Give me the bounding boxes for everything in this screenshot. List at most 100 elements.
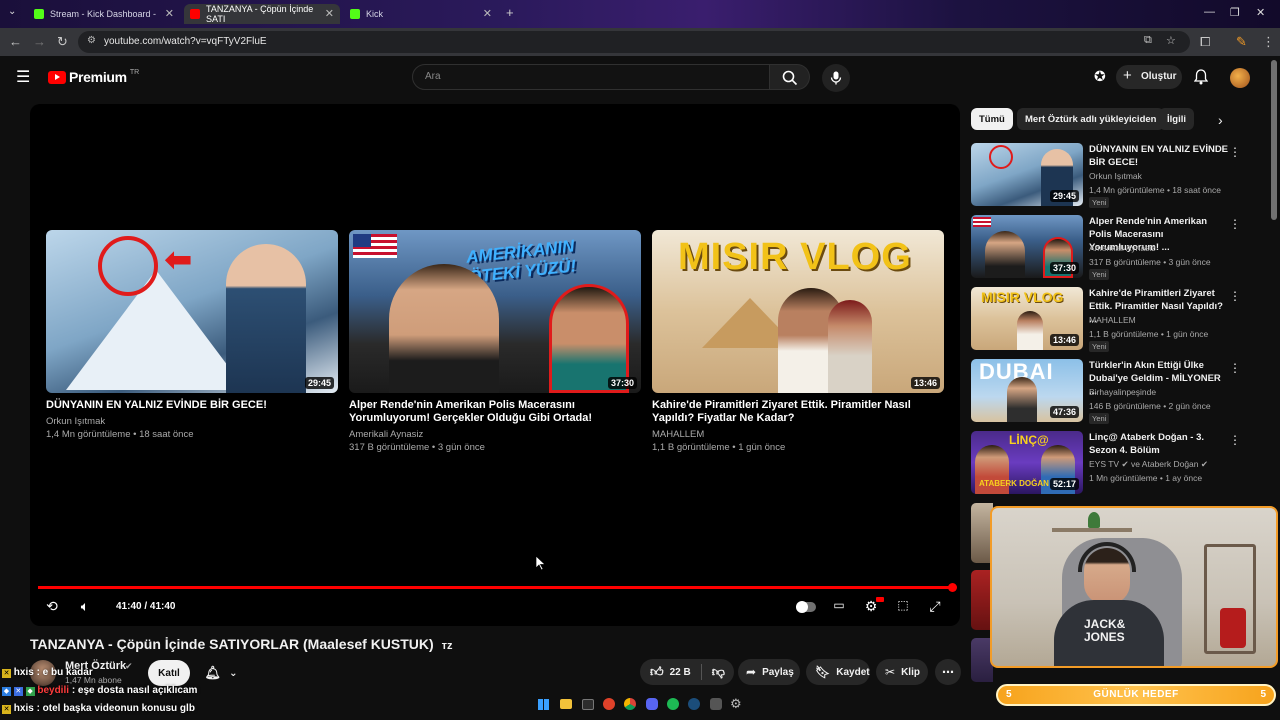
more-vertical-icon[interactable]: ⋮: [1229, 217, 1241, 231]
list-item[interactable]: DUBAI 47:36 Türkler'in Akın Ettiği Ülke …: [971, 359, 1251, 424]
close-icon[interactable]: ✕: [483, 7, 492, 20]
video-thumbnail[interactable]: AMERİKANIN ÖTEKİ YÜZÜ! 37:30: [349, 230, 641, 393]
webcam-hoodie-text: JACK& JONES: [1084, 617, 1126, 644]
steam-icon[interactable]: [688, 698, 700, 710]
page-scrollbar[interactable]: [1271, 60, 1277, 220]
profile-extension-icon[interactable]: ✎: [1236, 34, 1247, 50]
tab-list-button[interactable]: ⌄: [8, 6, 16, 17]
share-button[interactable]: ➦ Paylaş: [738, 659, 800, 685]
save-button[interactable]: 🔖︎ Kaydet: [806, 659, 870, 685]
endscreen-video-card[interactable]: ⬅ 29:45 DÜNYANIN EN YALNIZ EVİNDE BİR GE…: [46, 230, 338, 441]
endscreen-video-card[interactable]: MISIR VLOG 13:46 Kahire'de Piramitleri Z…: [652, 230, 944, 454]
address-bar[interactable]: ⚙ youtube.com/watch?v=vqFTyV2FluE ⧉ ☆: [78, 31, 1190, 53]
obs-icon[interactable]: [603, 698, 615, 710]
hamburger-menu-icon[interactable]: ☰: [16, 67, 30, 87]
avatar[interactable]: [1230, 68, 1250, 88]
discord-icon[interactable]: [646, 698, 658, 710]
endcard-stats: 1,4 Mn görüntüleme • 18 saat önce: [46, 429, 194, 440]
app-icon[interactable]: [710, 698, 722, 710]
settings-gear-icon[interactable]: ⚙: [730, 696, 742, 712]
thumbnail-person: [389, 264, 499, 393]
like-button[interactable]: 👍︎ 22 B: [650, 664, 691, 680]
endcard-title[interactable]: DÜNYANIN EN YALNIZ EVİNDE BİR GECE!: [46, 399, 338, 412]
back-icon[interactable]: ←: [9, 34, 22, 49]
video-thumbnail[interactable]: MISIR VLOG 13:46: [652, 230, 944, 393]
list-item[interactable]: 29:45 DÜNYANIN EN YALNIZ EVİNDE BİR GECE…: [971, 143, 1251, 208]
search-button[interactable]: [770, 64, 810, 90]
join-button[interactable]: Katıl: [148, 660, 190, 686]
more-actions-button[interactable]: ⋯: [935, 659, 961, 685]
thumbnail-person: [985, 231, 1025, 278]
close-icon[interactable]: ✕: [325, 7, 334, 20]
terminal-icon[interactable]: [582, 699, 594, 710]
chrome-icon[interactable]: [624, 698, 636, 710]
subtitles-icon[interactable]: ▭: [828, 598, 850, 618]
list-item[interactable]: 37:30 Alper Rende'nin Amerikan Polis Mac…: [971, 215, 1251, 280]
search-input[interactable]: Ara: [412, 64, 770, 90]
sidebar-video-title[interactable]: Linç@ Ataberk Doğan - 3. Sezon 4. Bölüm: [1089, 431, 1229, 457]
video-player[interactable]: ⬅ 29:45 DÜNYANIN EN YALNIZ EVİNDE BİR GE…: [30, 104, 960, 626]
channel-name: EYS TV: [1089, 459, 1120, 469]
tab-youtube[interactable]: TANZANYA - Çöpün İçinde SATI ✕: [184, 4, 340, 24]
theater-mode-icon[interactable]: ⬚: [892, 598, 914, 618]
windows-start-icon[interactable]: [538, 699, 549, 710]
replay-icon[interactable]: ⟲: [41, 598, 63, 618]
extensions-icon[interactable]: ⧠: [1200, 34, 1210, 50]
dislike-icon[interactable]: 👎︎: [712, 664, 725, 680]
site-info-icon[interactable]: ⚙: [87, 35, 96, 46]
more-vertical-icon[interactable]: ⋮: [1229, 145, 1241, 159]
cast-icon[interactable]: ✪: [1094, 68, 1106, 85]
endcard-title[interactable]: Alper Rende'nin Amerikan Polis Macerasın…: [349, 399, 641, 425]
youtube-premium-logo[interactable]: Premium TR: [48, 69, 139, 85]
list-item[interactable]: LİNÇ@ ATABERK DOĞAN 52:17 Linç@ Ataberk …: [971, 431, 1251, 495]
chip-label: Mert Öztürk adlı yükleyiciden: [1025, 113, 1157, 125]
chip-all[interactable]: Tümü: [971, 108, 1013, 130]
video-thumbnail[interactable]: DUBAI 47:36: [971, 359, 1083, 422]
endcard-title[interactable]: Kahire'de Piramitleri Ziyaret Ettik. Pir…: [652, 399, 944, 425]
bookmark-star-icon[interactable]: ☆: [1166, 34, 1176, 47]
more-vertical-icon[interactable]: ⋮: [1229, 433, 1241, 447]
volume-icon[interactable]: 🔈︎: [74, 598, 96, 618]
divider: [700, 664, 702, 680]
tab-kick[interactable]: Kick ✕: [344, 4, 498, 24]
sidebar-video-title[interactable]: DÜNYANIN EN YALNIZ EVİNDE BİR GECE!: [1089, 143, 1229, 169]
mouse-cursor-icon: [536, 556, 546, 570]
sidebar-video-channel: Orkun Işıtmak: [1089, 171, 1142, 181]
minimize-icon[interactable]: —: [1204, 6, 1215, 18]
clip-button[interactable]: ✂ Klip: [876, 659, 928, 685]
endscreen-video-card[interactable]: AMERİKANIN ÖTEKİ YÜZÜ! 37:30 Alper Rende'…: [349, 230, 641, 454]
file-explorer-icon[interactable]: [560, 699, 572, 709]
video-thumbnail[interactable]: ⬅ 29:45: [46, 230, 338, 393]
close-icon[interactable]: ✕: [165, 7, 174, 20]
tab-kick-dashboard[interactable]: Stream - Kick Dashboard - ✕: [28, 4, 180, 24]
new-tab-icon[interactable]: +: [506, 5, 514, 20]
maximize-icon[interactable]: ❐: [1230, 6, 1240, 19]
voice-search-button[interactable]: [822, 64, 850, 92]
create-button[interactable]: + Oluştur: [1116, 65, 1182, 89]
progress-bar[interactable]: [38, 586, 953, 589]
more-vertical-icon[interactable]: ⋮: [1229, 361, 1241, 375]
video-thumbnail[interactable]: 37:30: [971, 215, 1083, 278]
reload-icon[interactable]: ↻: [57, 34, 68, 50]
notifications-bell-icon[interactable]: [1194, 69, 1208, 85]
thumbnail-person: [1017, 311, 1043, 350]
video-thumbnail[interactable]: 29:45: [971, 143, 1083, 206]
chip-from-uploader[interactable]: Mert Öztürk adlı yükleyiciden: [1017, 108, 1165, 130]
more-vertical-icon[interactable]: ⋮: [1229, 289, 1241, 303]
browser-menu-icon[interactable]: ⋮: [1262, 34, 1275, 50]
duration-badge: 13:46: [1049, 334, 1079, 346]
forward-icon[interactable]: →: [33, 34, 46, 49]
window-close-icon[interactable]: ✕: [1256, 6, 1265, 19]
spotify-icon[interactable]: [667, 698, 679, 710]
chip-related[interactable]: İlgili: [1159, 108, 1194, 130]
subscribed-notifications-button[interactable]: 🔔︎ ⌄: [196, 660, 246, 686]
duration-badge: 13:46: [910, 377, 940, 389]
progress-scrubber[interactable]: [948, 583, 957, 592]
install-app-icon[interactable]: ⧉: [1144, 34, 1152, 47]
video-thumbnail[interactable]: MISIR VLOG 13:46: [971, 287, 1083, 350]
fullscreen-icon[interactable]: ⤢: [924, 598, 946, 618]
video-thumbnail[interactable]: LİNÇ@ ATABERK DOĞAN 52:17: [971, 431, 1083, 494]
chevron-right-icon[interactable]: ›: [1218, 112, 1223, 128]
goal-label: GÜNLÜK HEDEF: [1093, 689, 1179, 700]
list-item[interactable]: MISIR VLOG 13:46 Kahire'de Piramitleri Z…: [971, 287, 1251, 352]
